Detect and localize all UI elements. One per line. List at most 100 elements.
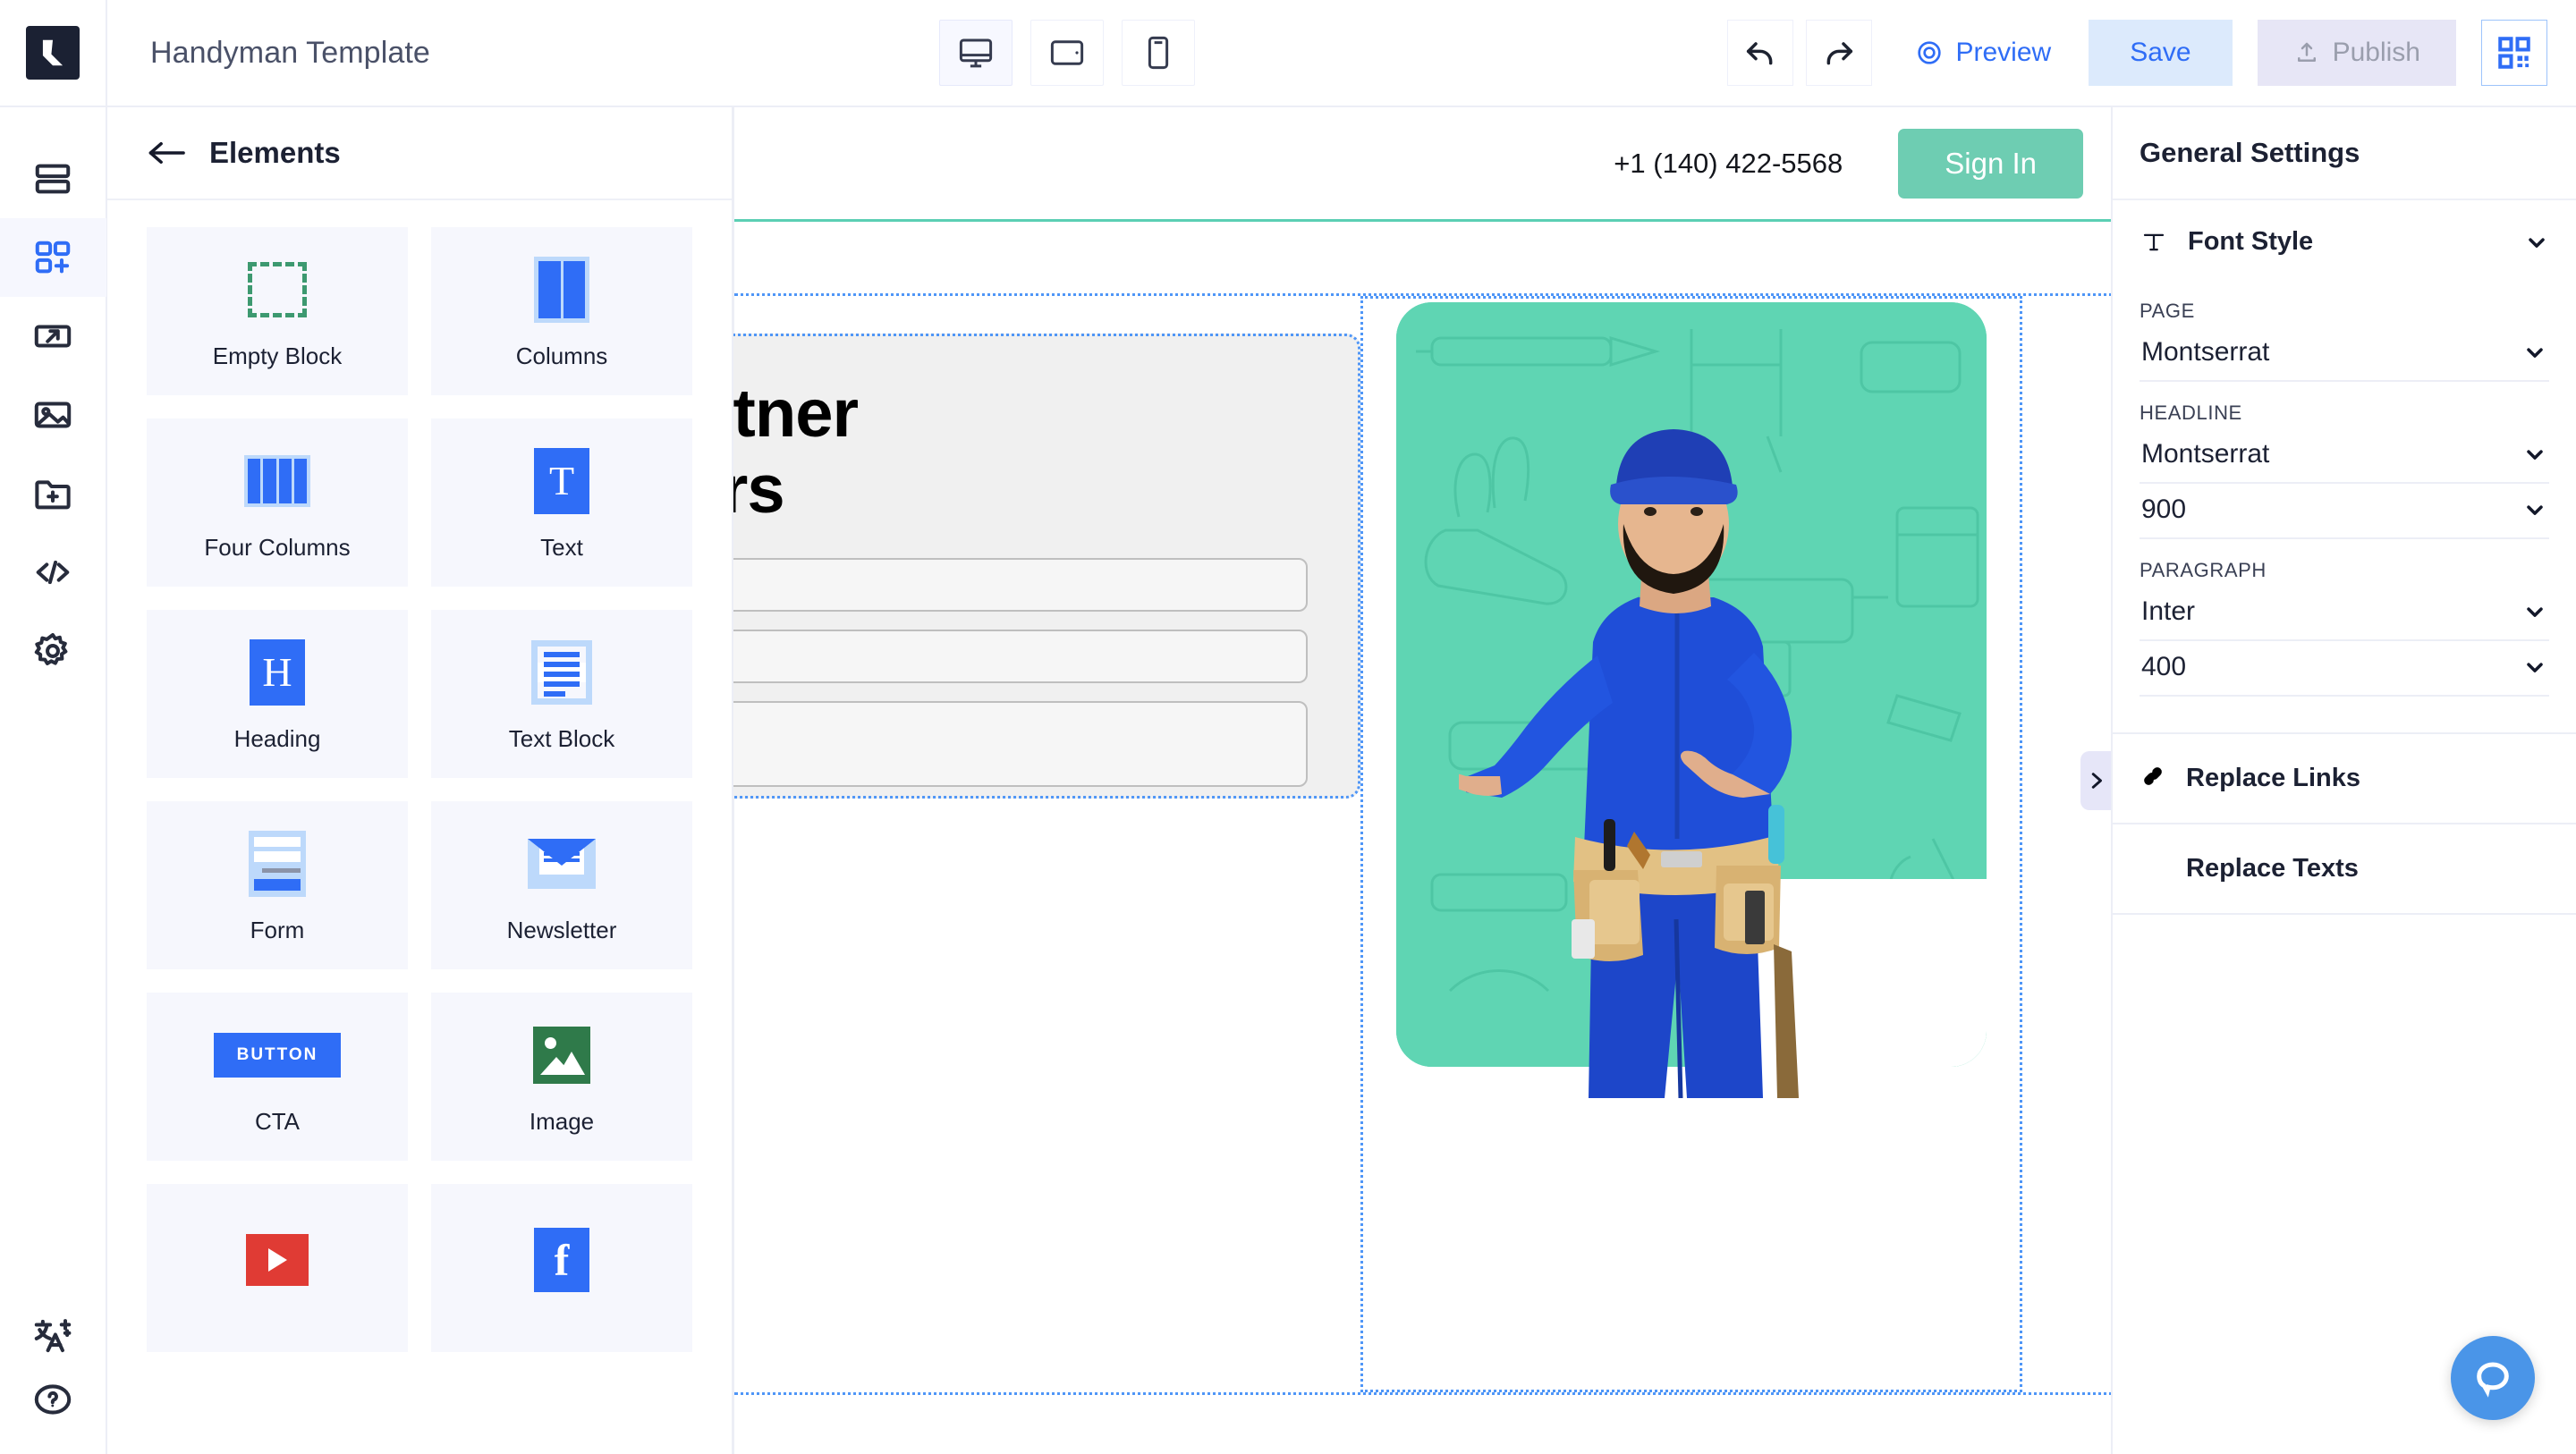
hero-inner: Partner pairs get an Answer soon — [734, 296, 2111, 1392]
element-card-form[interactable]: Form — [147, 801, 408, 969]
elements-panel: Elements Empty Block Columns Four Column… — [107, 107, 733, 1454]
link-icon — [2140, 763, 2166, 794]
element-card-label: Newsletter — [507, 917, 617, 944]
element-card-text[interactable]: T Text — [431, 418, 692, 587]
qr-code-button[interactable] — [2481, 20, 2547, 86]
elements-panel-title: Elements — [209, 136, 341, 170]
element-card-label: Empty Block — [213, 342, 343, 370]
element-card-label: Text Block — [509, 725, 615, 753]
image-icon — [533, 1022, 590, 1088]
publish-label: Publish — [2333, 38, 2420, 68]
element-card-newsletter[interactable]: Newsletter — [431, 801, 692, 969]
element-card-label: Heading — [234, 725, 321, 753]
device-tablet-button[interactable] — [1030, 20, 1104, 86]
preview-label: Preview — [1956, 38, 2052, 68]
hero-form-fields: get an Answer soon — [733, 558, 1308, 799]
element-card-image[interactable]: Image — [431, 993, 692, 1161]
canvas-area[interactable]: +1 (140) 422-5568 Sign In Partner pairs — [733, 107, 2111, 1454]
top-toolbar: Handyman Template Preview Save — [0, 0, 2576, 107]
element-card-cta[interactable]: BUTTON CTA — [147, 993, 408, 1161]
heading-icon: H — [250, 639, 305, 706]
general-settings-header: General Settings — [2113, 107, 2576, 200]
chevron-down-icon — [2524, 230, 2549, 255]
headline-weight-select[interactable]: 900 — [2140, 484, 2549, 539]
youtube-icon — [246, 1227, 309, 1293]
empty-block-icon — [248, 257, 307, 323]
hero-image-block[interactable] — [1360, 296, 2022, 1392]
replace-texts-row[interactable]: Replace Texts — [2113, 824, 2576, 915]
redo-button[interactable] — [1806, 20, 1872, 86]
rail-item-code[interactable] — [0, 533, 106, 612]
elements-panel-scroll[interactable]: Empty Block Columns Four Columns T Text — [107, 200, 732, 1454]
headline-font-label: HEADLINE — [2140, 402, 2549, 425]
eye-icon — [1915, 38, 1944, 67]
hero-heading: Partner pairs — [733, 376, 1308, 528]
chevron-down-icon — [2522, 442, 2547, 467]
element-card-text-block[interactable]: Text Block — [431, 610, 692, 778]
replace-links-label: Replace Links — [2186, 764, 2549, 793]
chat-bubble-icon — [2472, 1357, 2513, 1399]
chevron-down-icon — [2522, 340, 2547, 365]
element-card-columns[interactable]: Columns — [431, 227, 692, 395]
app-logo[interactable] — [0, 0, 107, 106]
device-preview-group — [939, 20, 1195, 86]
form-icon — [249, 831, 306, 897]
element-card-four-columns[interactable]: Four Columns — [147, 418, 408, 587]
page-font-select[interactable]: Montserrat — [2140, 326, 2549, 382]
chevron-right-icon — [2086, 768, 2106, 793]
general-settings-panel: General Settings Font Style PAGE Montser… — [2111, 107, 2576, 1454]
preview-button[interactable]: Preview — [1910, 38, 2057, 68]
font-style-fields: PAGE Montserrat HEADLINE Montserrat 900 … — [2113, 269, 2576, 697]
back-button[interactable] — [147, 133, 186, 173]
rail-item-help[interactable] — [0, 1375, 106, 1454]
paragraph-weight-select[interactable]: 400 — [2140, 641, 2549, 697]
form-textarea[interactable] — [733, 701, 1308, 787]
element-card-youtube[interactable] — [147, 1184, 408, 1352]
font-style-section-toggle[interactable]: Font Style — [2113, 200, 2576, 269]
canvas-collapse-toggle[interactable] — [2080, 751, 2111, 810]
device-desktop-button[interactable] — [939, 20, 1013, 86]
sign-in-button[interactable]: Sign In — [1898, 129, 2083, 199]
rail-item-files[interactable] — [0, 454, 106, 533]
sections-icon — [32, 158, 73, 199]
popup-icon — [32, 316, 73, 357]
save-button[interactable]: Save — [2089, 20, 2232, 86]
paragraph-font-select[interactable]: Inter — [2140, 586, 2549, 641]
rail-item-sections[interactable] — [0, 139, 106, 218]
publish-button[interactable]: Publish — [2258, 20, 2456, 86]
element-card-label: Image — [530, 1108, 594, 1136]
hero-form-card[interactable]: Partner pairs get an Answer soon — [733, 334, 1360, 799]
headline-font-select[interactable]: Montserrat — [2140, 428, 2549, 484]
replace-links-row[interactable]: Replace Links — [2113, 734, 2576, 824]
element-card-heading[interactable]: H Heading — [147, 610, 408, 778]
paragraph-font-label: PARAGRAPH — [2140, 559, 2549, 582]
form-input-2[interactable] — [733, 630, 1308, 683]
handyman-photo — [1459, 418, 1879, 1098]
help-chat-button[interactable] — [2451, 1336, 2535, 1420]
font-style-label: Font Style — [2188, 227, 2504, 257]
gear-icon — [32, 630, 73, 672]
element-card-label: Text — [540, 534, 583, 562]
element-card-facebook[interactable]: f — [431, 1184, 692, 1352]
mobile-icon — [1140, 34, 1177, 72]
site-phone-number[interactable]: +1 (140) 422-5568 — [1614, 148, 1843, 180]
hero-section[interactable]: Partner pairs get an Answer soon — [734, 293, 2111, 1395]
page-font-value: Montserrat — [2141, 337, 2269, 368]
desktop-icon — [957, 34, 995, 72]
rail-item-popup[interactable] — [0, 297, 106, 376]
device-mobile-button[interactable] — [1122, 20, 1195, 86]
element-card-empty-block[interactable]: Empty Block — [147, 227, 408, 395]
undo-button[interactable] — [1727, 20, 1793, 86]
site-header: +1 (140) 422-5568 Sign In — [734, 107, 2111, 222]
text-style-icon — [2140, 853, 2166, 884]
form-input-1[interactable] — [733, 558, 1308, 612]
folder-add-icon — [32, 473, 73, 514]
app-root: Handyman Template Preview Save — [0, 0, 2576, 1454]
rail-item-settings[interactable] — [0, 612, 106, 690]
rail-item-translate[interactable] — [0, 1297, 106, 1375]
page-font-label: PAGE — [2140, 300, 2549, 323]
workspace: Elements Empty Block Columns Four Column… — [0, 107, 2576, 1454]
rail-item-elements[interactable] — [0, 218, 106, 297]
rail-item-images[interactable] — [0, 376, 106, 454]
text-block-icon — [531, 639, 592, 706]
